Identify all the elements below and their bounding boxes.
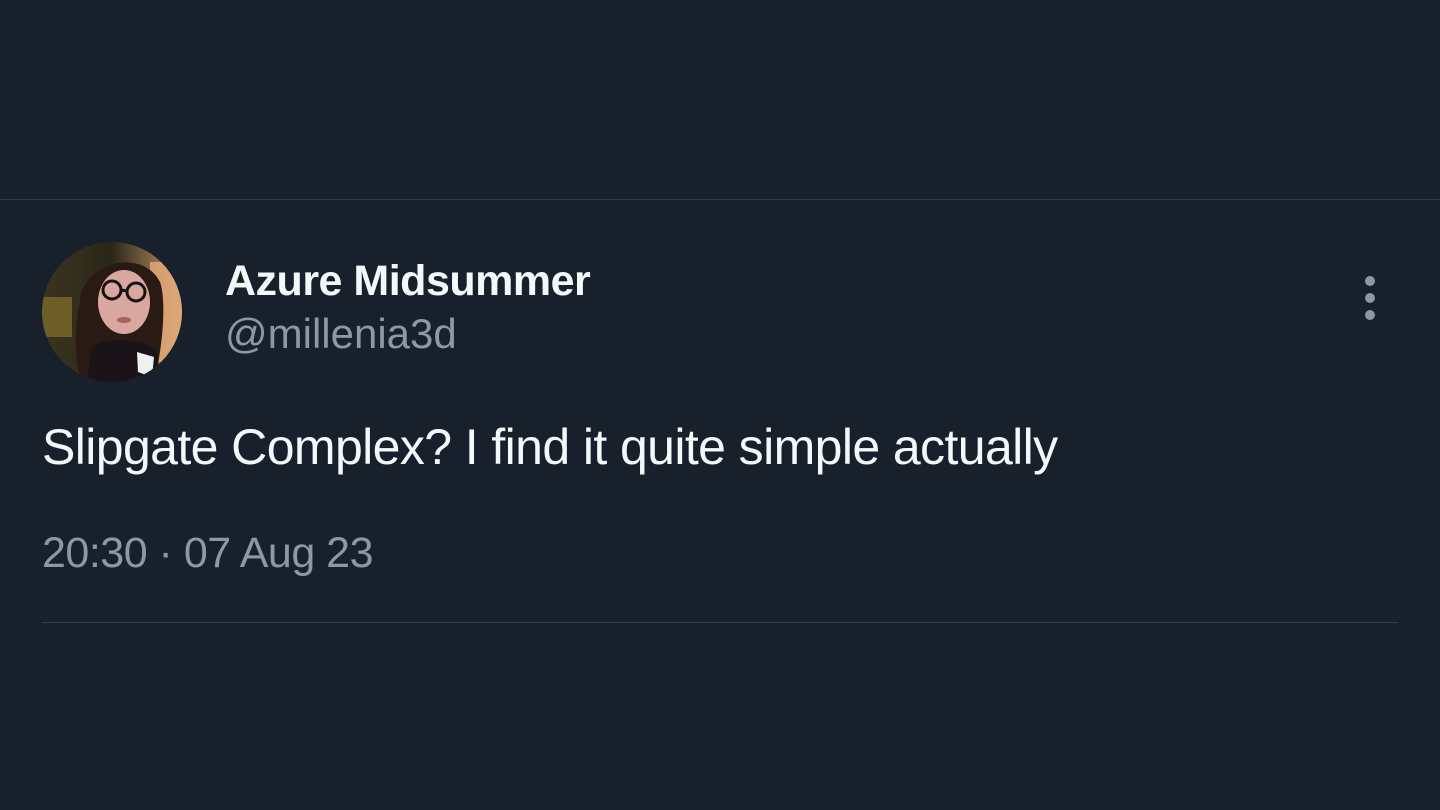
- tweet-card: Azure Midsummer @millenia3d Slipgate Com…: [0, 200, 1440, 810]
- more-options-button[interactable]: [1350, 272, 1390, 324]
- profile-photo: [42, 242, 182, 382]
- tweet-text: Slipgate Complex? I find it quite simple…: [42, 419, 1058, 475]
- tweet-timestamp[interactable]: 20:30 · 07 Aug 23: [42, 525, 374, 581]
- author-handle[interactable]: @millenia3d: [225, 309, 457, 359]
- author-display-name[interactable]: Azure Midsummer: [225, 256, 591, 306]
- divider: [42, 622, 1398, 623]
- header-area: [0, 0, 1440, 199]
- avatar[interactable]: [42, 242, 182, 382]
